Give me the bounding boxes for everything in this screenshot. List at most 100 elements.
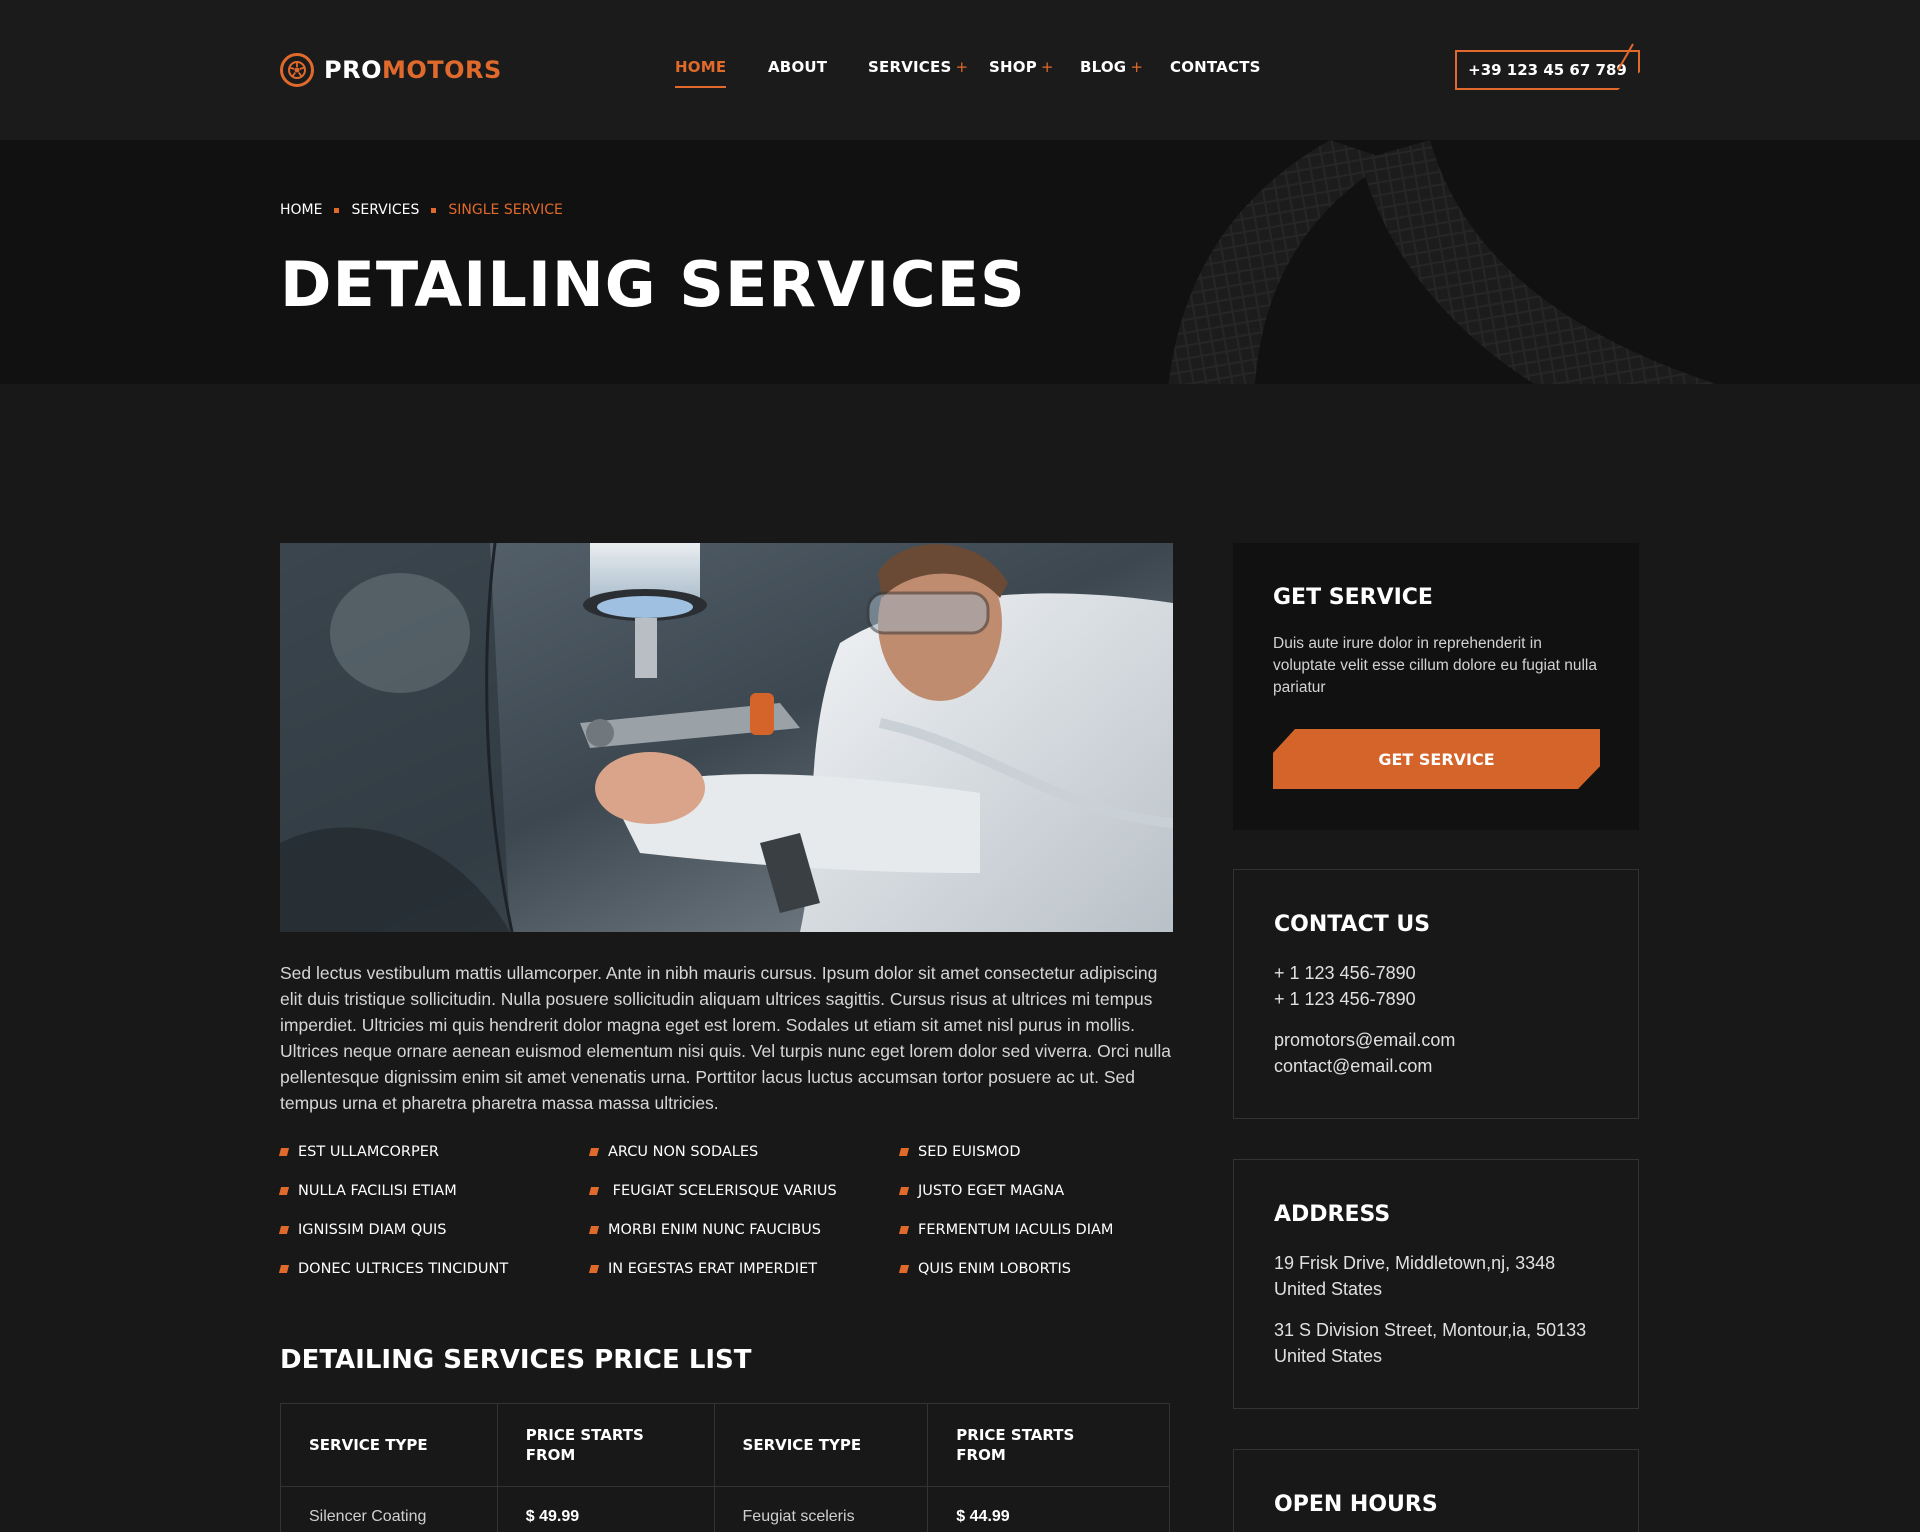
nav-blog-label: BLOG xyxy=(1080,58,1127,76)
nav-about-label: ABOUT xyxy=(768,58,828,76)
get-service-button-label: GET SERVICE xyxy=(1378,749,1495,769)
service-description: Sed lectus vestibulum mattis ullamcorper… xyxy=(280,963,1172,1113)
bullet-icon xyxy=(278,1265,290,1273)
feature-label: EST ULLAMCORPER xyxy=(298,1144,439,1160)
address-line: United States xyxy=(1274,1346,1383,1366)
bullet-icon xyxy=(898,1187,910,1195)
nav-contacts[interactable]: CONTACTS xyxy=(1170,58,1261,76)
contact-title: CONTACT US xyxy=(1274,912,1431,937)
plus-icon: + xyxy=(1040,58,1054,76)
wheel-icon xyxy=(280,53,314,87)
table-row: Silencer Coating $ 49.99 Feugiat sceleri… xyxy=(280,1486,1170,1532)
feature-label: JUSTO EGET MAGNA xyxy=(918,1183,1065,1199)
list-item: DONEC ULTRICES TINCIDUNT xyxy=(278,1261,509,1277)
table-header-row: SERVICE TYPE PRICE STARTS FROM SERVICE TY… xyxy=(280,1403,1170,1487)
bullet-icon xyxy=(898,1226,910,1234)
price-table: SERVICE TYPE PRICE STARTS FROM SERVICE TY… xyxy=(280,1403,1170,1532)
get-service-button[interactable]: GET SERVICE xyxy=(1273,729,1600,789)
header-text: FROM xyxy=(525,1446,576,1464)
bullet-icon xyxy=(278,1226,290,1234)
nav-about[interactable]: ABOUT xyxy=(768,58,827,76)
price-list-title: DETAILING SERVICES PRICE LIST xyxy=(280,1345,752,1375)
logo-text: PROMOTORS xyxy=(324,56,502,84)
nav-home[interactable]: HOME xyxy=(675,58,727,88)
logo-text-motors: MOTORS xyxy=(381,56,502,84)
breadcrumb-services[interactable]: SERVICES xyxy=(351,202,419,218)
contact-email[interactable]: promotors@email.com xyxy=(1274,1027,1455,1053)
feature-label: FERMENTUM IACULIS DIAM xyxy=(918,1222,1114,1238)
feature-label: NULLA FACILISI ETIAM xyxy=(298,1183,457,1199)
list-item: NULLA FACILISI ETIAM xyxy=(278,1183,457,1199)
open-hours-title: OPEN HOURS xyxy=(1274,1492,1438,1517)
contact-card: CONTACT US + 1 123 456-7890 + 1 123 456-… xyxy=(1233,869,1639,1119)
list-item: JUSTO EGET MAGNA xyxy=(898,1183,1065,1199)
header-price-starts: PRICE STARTS FROM xyxy=(496,1403,715,1487)
table-cell-service: Feugiat sceleris xyxy=(713,1486,929,1532)
plus-icon: + xyxy=(955,58,969,76)
list-item: FERMENTUM IACULIS DIAM xyxy=(898,1222,1114,1238)
logo-text-pro: PRO xyxy=(324,56,382,84)
address-title: ADDRESS xyxy=(1274,1202,1391,1227)
bullet-icon xyxy=(278,1187,290,1195)
list-item: QUIS ENIM LOBORTIS xyxy=(898,1261,1071,1277)
list-item: ARCU NON SODALES xyxy=(588,1144,759,1160)
header-price-starts: PRICE STARTS FROM xyxy=(927,1403,1170,1487)
service-image xyxy=(280,543,1173,932)
feature-label: MORBI ENIM NUNC FAUCIBUS xyxy=(608,1222,821,1238)
table-cell-service: Silencer Coating xyxy=(280,1486,498,1532)
address-card: ADDRESS 19 Frisk Drive, Middletown,nj, 3… xyxy=(1233,1159,1639,1409)
list-item: IN EGESTAS ERAT IMPERDIET xyxy=(588,1261,818,1277)
bullet-icon xyxy=(588,1226,600,1234)
nav-contacts-label: CONTACTS xyxy=(1170,58,1261,76)
bullet-icon xyxy=(588,1148,600,1156)
site-header: PROMOTORS HOME ABOUT SERVICES + SHOP + BLO… xyxy=(0,0,1920,140)
bullet-icon xyxy=(588,1187,600,1195)
table-cell-price: $ 49.99 xyxy=(496,1486,715,1532)
nav-home-label: HOME xyxy=(675,58,727,76)
table-cell-price: $ 44.99 xyxy=(927,1486,1170,1532)
feature-label: IN EGESTAS ERAT IMPERDIET xyxy=(608,1261,818,1277)
header-service-type: SERVICE TYPE xyxy=(280,1403,498,1487)
breadcrumb: HOME SERVICES SINGLE SERVICE xyxy=(280,202,563,218)
feature-label: QUIS ENIM LOBORTIS xyxy=(918,1261,1071,1277)
nav-blog[interactable]: BLOG + xyxy=(1080,58,1143,76)
contact-phone[interactable]: + 1 123 456-7890 xyxy=(1274,986,1416,1012)
header-text: PRICE STARTS xyxy=(956,1426,1075,1444)
list-item: SED EUISMOD xyxy=(898,1144,1021,1160)
get-service-text: Duis aute irure dolor in reprehenderit i… xyxy=(1273,635,1597,696)
bullet-icon xyxy=(898,1148,910,1156)
header-service-type: SERVICE TYPE xyxy=(713,1403,929,1487)
breadcrumb-separator xyxy=(431,207,437,213)
header-text: PRICE STARTS xyxy=(525,1426,644,1444)
nav-services-label: SERVICES xyxy=(868,58,952,76)
open-hours-card: OPEN HOURS xyxy=(1233,1449,1639,1532)
plus-icon: + xyxy=(1130,58,1144,76)
bullet-icon xyxy=(278,1148,290,1156)
phone-button[interactable]: +39 123 45 67 789 xyxy=(1455,50,1640,90)
header-text: FROM xyxy=(956,1446,1006,1464)
page-hero: HOME SERVICES SINGLE SERVICE DETAILING S… xyxy=(0,140,1920,384)
get-service-card: GET SERVICE Duis aute irure dolor in rep… xyxy=(1233,543,1639,830)
nav-shop-label: SHOP xyxy=(989,58,1037,76)
list-item: EST ULLAMCORPER xyxy=(278,1144,439,1160)
address-line: 31 S Division Street, Montour,ia, 50133 xyxy=(1274,1320,1587,1340)
address-line: 19 Frisk Drive, Middletown,nj, 3348 xyxy=(1274,1253,1556,1273)
feature-label: SED EUISMOD xyxy=(918,1144,1021,1160)
page-title: DETAILING SERVICES xyxy=(280,248,1026,321)
nav-shop[interactable]: SHOP + xyxy=(989,58,1054,76)
feature-label: ARCU NON SODALES xyxy=(608,1144,759,1160)
breadcrumb-current: SINGLE SERVICE xyxy=(448,202,563,218)
nav-services[interactable]: SERVICES + xyxy=(868,58,968,76)
breadcrumb-home[interactable]: HOME xyxy=(280,202,322,218)
feature-label: FEUGIAT SCELERISQUE VARIUS xyxy=(608,1183,837,1199)
header-text: SERVICE TYPE xyxy=(742,1436,862,1454)
list-item: MORBI ENIM NUNC FAUCIBUS xyxy=(588,1222,821,1238)
contact-phone[interactable]: + 1 123 456-7890 xyxy=(1274,960,1416,986)
logo[interactable]: PROMOTORS xyxy=(280,52,502,88)
header-text: SERVICE TYPE xyxy=(309,1436,428,1454)
phone-button-label: +39 123 45 67 789 xyxy=(1468,61,1627,79)
feature-label: DONEC ULTRICES TINCIDUNT xyxy=(298,1261,509,1277)
bullet-icon xyxy=(588,1265,600,1273)
address-line: United States xyxy=(1274,1279,1383,1299)
contact-email[interactable]: contact@email.com xyxy=(1274,1053,1432,1079)
